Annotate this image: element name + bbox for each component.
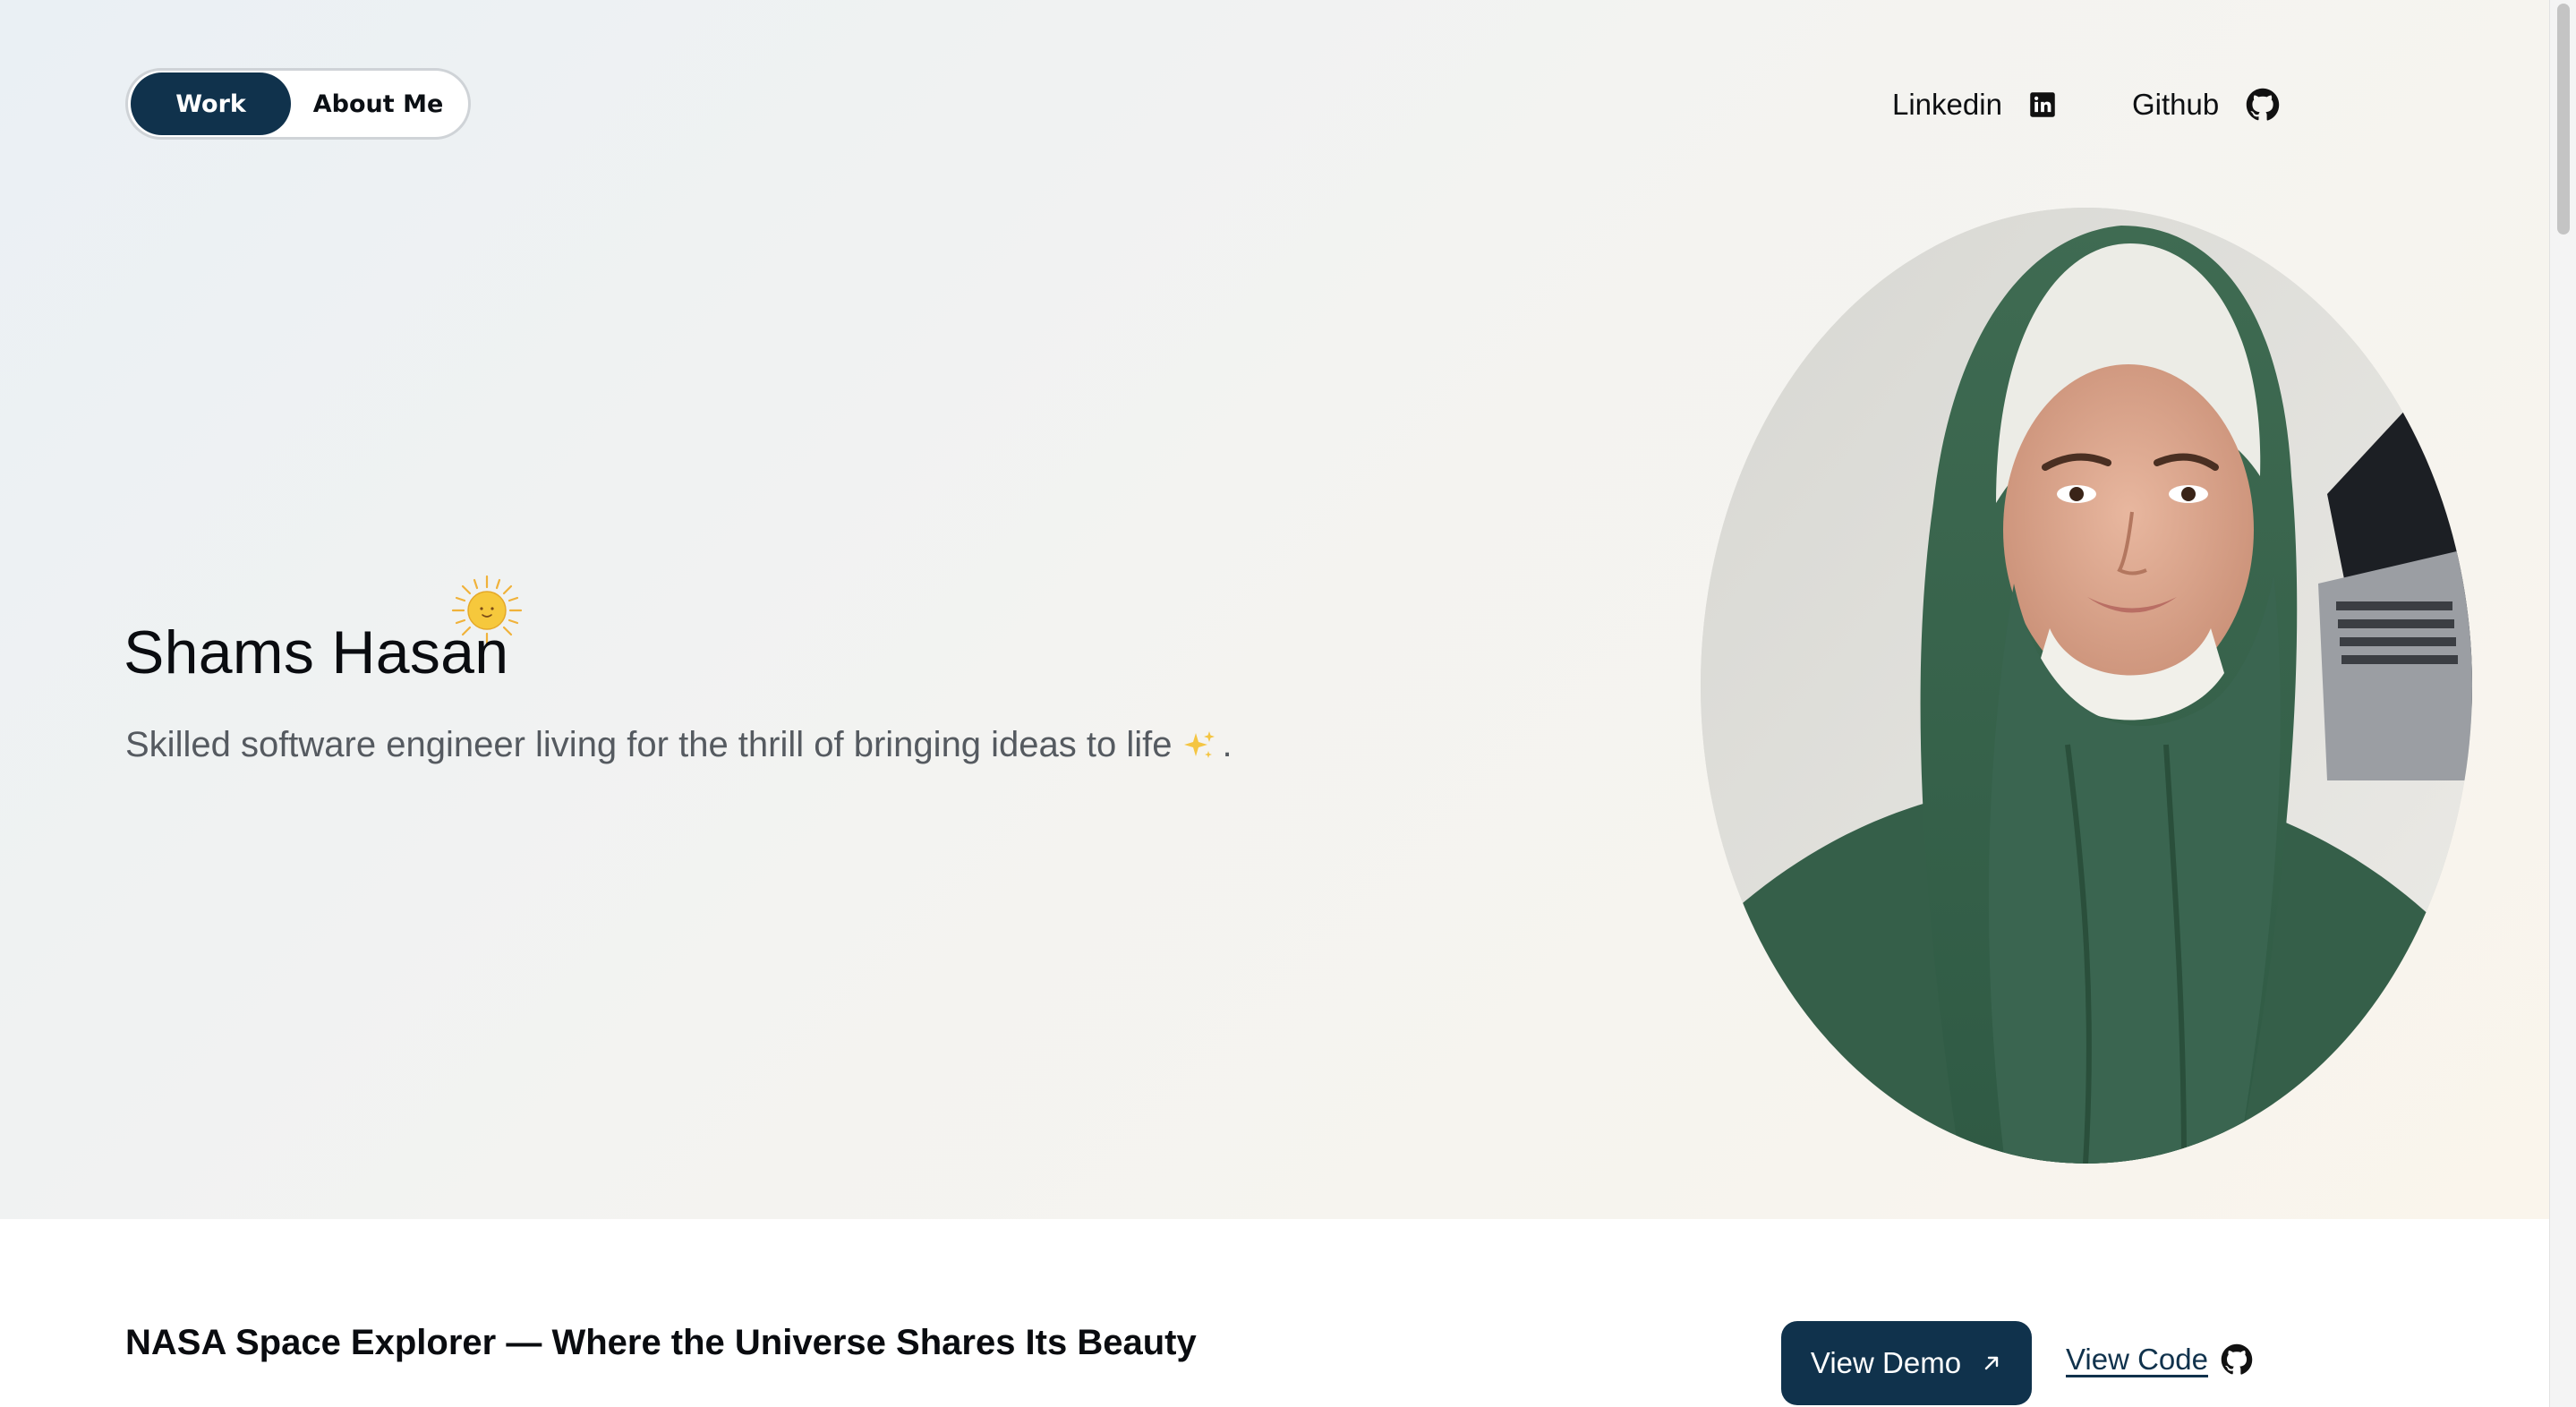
profile-photo [1701,208,2472,1164]
linkedin-label: Linkedin [1892,88,2002,121]
arrow-up-right-icon [1984,1356,1999,1370]
scrollbar-thumb[interactable] [2557,4,2570,234]
vertical-scrollbar[interactable] [2549,0,2576,1407]
github-icon [2221,1343,2253,1375]
work-about-toggle: Work About Me [125,68,471,140]
hero-section: Work About Me Linkedin Github Shams Hasa… [0,0,2549,1219]
hero-name: Shams Hasan [124,618,509,686]
about-me-tab[interactable]: About Me [291,72,465,135]
linkedin-icon [2030,92,2055,117]
view-demo-label: View Demo [1810,1346,1962,1379]
profile-photo-illustration [1701,208,2472,1164]
project-title: NASA Space Explorer — Where the Universe… [125,1323,1197,1362]
sparkles-icon [1183,730,1215,758]
github-link[interactable]: Github [2132,82,2280,127]
view-code-link[interactable]: View Code [2066,1343,2253,1377]
github-icon [2247,88,2280,121]
hero-tagline: Skilled software engineer living for the… [125,725,1233,765]
view-code-label: View Code [2066,1343,2208,1376]
view-demo-button[interactable]: View Demo [1781,1321,2032,1405]
work-tab[interactable]: Work [131,72,292,135]
linkedin-link[interactable]: Linkedin [1892,82,2056,127]
github-label: Github [2132,88,2220,121]
tagline-text: Skilled software engineer living for the… [125,725,1173,764]
tagline-period: . [1222,725,1233,764]
page: Work About Me Linkedin Github Shams Hasa… [0,0,2576,1407]
